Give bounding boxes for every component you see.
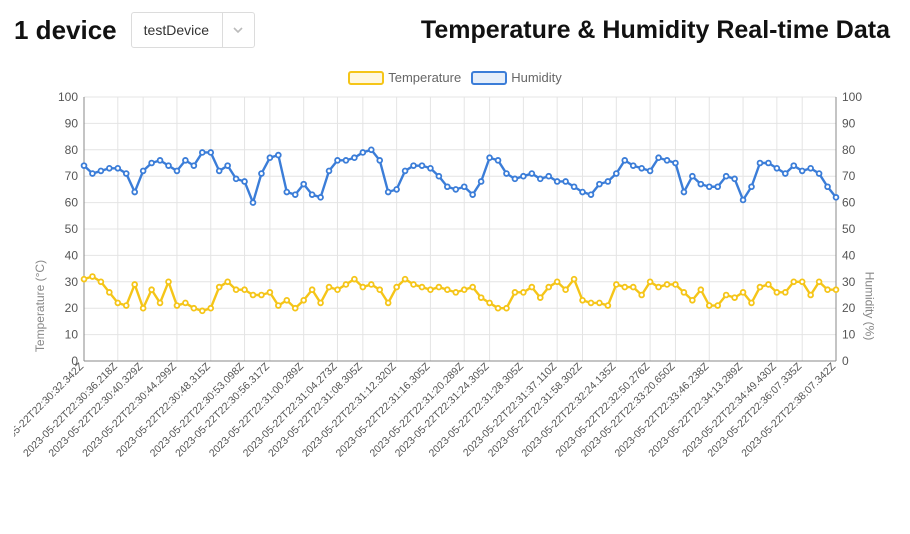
svg-text:50: 50 <box>842 222 856 236</box>
line-chart: 0010102020303040405050606070708080909010… <box>14 91 896 521</box>
chevron-down-icon[interactable] <box>222 13 254 47</box>
svg-text:0: 0 <box>842 354 849 368</box>
legend-temperature[interactable]: Temperature <box>348 70 461 85</box>
chart-legend: Temperature Humidity <box>0 70 910 85</box>
svg-text:10: 10 <box>65 328 79 342</box>
svg-text:30: 30 <box>842 275 856 289</box>
svg-text:80: 80 <box>842 143 856 157</box>
device-dropdown-value: testDevice <box>132 22 222 38</box>
svg-text:90: 90 <box>842 116 856 130</box>
device-dropdown[interactable]: testDevice <box>131 12 255 48</box>
svg-text:60: 60 <box>842 196 856 210</box>
legend-humidity-swatch <box>471 71 507 85</box>
y-axis-left-label: Temperature (°C) <box>33 260 47 352</box>
chart-area: Temperature (°C) Humidity (%) 0010102020… <box>14 91 896 521</box>
y-axis-right-label: Humidity (%) <box>863 272 877 341</box>
svg-text:40: 40 <box>65 248 79 262</box>
svg-text:50: 50 <box>65 222 79 236</box>
svg-text:70: 70 <box>65 169 79 183</box>
svg-text:20: 20 <box>842 301 856 315</box>
svg-text:90: 90 <box>65 116 79 130</box>
svg-text:100: 100 <box>842 91 862 104</box>
svg-text:30: 30 <box>65 275 79 289</box>
legend-humidity-label: Humidity <box>511 70 562 85</box>
svg-text:10: 10 <box>842 328 856 342</box>
legend-temperature-label: Temperature <box>388 70 461 85</box>
svg-text:100: 100 <box>58 91 78 104</box>
svg-text:60: 60 <box>65 196 79 210</box>
header-bar: 1 device testDevice Temperature & Humidi… <box>0 0 910 48</box>
device-count: 1 device <box>14 15 117 46</box>
svg-text:40: 40 <box>842 248 856 262</box>
svg-text:80: 80 <box>65 143 79 157</box>
legend-humidity[interactable]: Humidity <box>471 70 562 85</box>
legend-temperature-swatch <box>348 71 384 85</box>
chart-title: Temperature & Humidity Real-time Data <box>269 16 896 45</box>
svg-text:20: 20 <box>65 301 79 315</box>
svg-text:70: 70 <box>842 169 856 183</box>
